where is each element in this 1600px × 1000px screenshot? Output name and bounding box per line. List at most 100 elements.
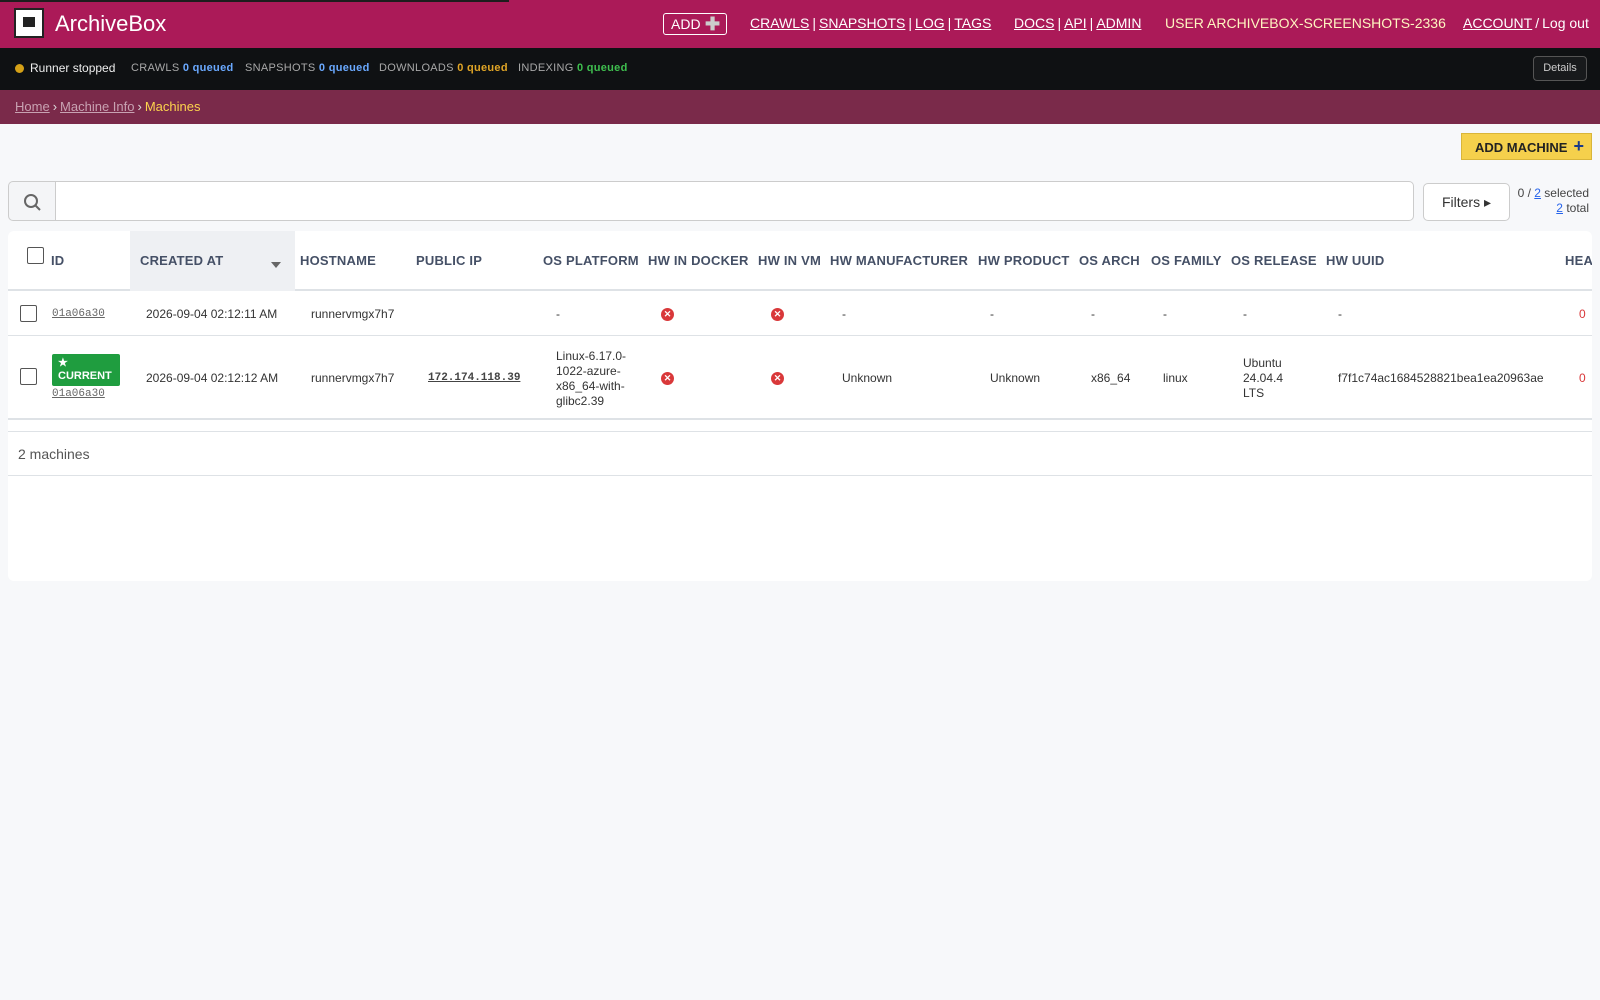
runner-status-dot-icon <box>15 64 24 73</box>
column-header-os-platform[interactable]: OS PLATFORM <box>543 253 639 268</box>
downloads-queue-label: DOWNLOADS <box>379 62 454 74</box>
nav-tags[interactable]: TAGS <box>954 15 991 31</box>
current-badge-label: CURRENT <box>58 370 112 382</box>
plus-icon: + <box>1573 136 1584 156</box>
nav-log[interactable]: LOG <box>915 15 945 31</box>
nav-crawls[interactable]: CRAWLS <box>750 15 809 31</box>
column-header-hw-product[interactable]: HW PRODUCT <box>978 253 1070 268</box>
crawls-queue-value: 0 queued <box>182 62 234 74</box>
account-link[interactable]: ACCOUNT <box>1463 15 1532 31</box>
main-nav: CRAWLS | SNAPSHOTS | LOG | TAGS <box>750 15 992 31</box>
add-button[interactable]: ADD ✚ <box>663 13 727 35</box>
current-machine-badge: ★ CURRENT <box>52 354 120 386</box>
hw-product-cell: - <box>990 307 994 321</box>
select-all-checkbox[interactable] <box>27 247 44 264</box>
os-arch-cell: x86_64 <box>1091 371 1131 385</box>
snapshots-queue-value: 0 queued <box>318 62 370 74</box>
logout-link[interactable]: Log out <box>1542 15 1589 31</box>
column-header-hw-in-docker[interactable]: HW IN DOCKER <box>648 253 749 268</box>
column-header-hw-in-vm[interactable]: HW IN VM <box>758 253 821 268</box>
os-release-cell: - <box>1243 307 1247 321</box>
row-checkbox[interactable] <box>20 368 37 385</box>
table-row: 01a06a30 2026-09-04 02:12:11 AM runnervm… <box>8 293 1592 336</box>
column-header-os-arch[interactable]: OS ARCH <box>1079 253 1140 268</box>
sort-descending-icon[interactable] <box>271 262 281 268</box>
loading-bar <box>0 0 509 2</box>
health-cell: 0 <box>1579 307 1586 321</box>
total-count-link[interactable]: 2 <box>1556 201 1563 215</box>
downloads-queue-value: 0 queued <box>457 62 508 74</box>
public-ip-link[interactable]: 172.174.118.39 <box>428 372 520 384</box>
add-machine-button[interactable]: ADD MACHINE + <box>1461 133 1592 160</box>
selected-suffix: selected <box>1540 186 1589 200</box>
column-header-public-ip[interactable]: PUBLIC IP <box>416 253 482 268</box>
add-label: ADD <box>671 16 701 32</box>
add-machine-label: ADD MACHINE <box>1475 140 1568 155</box>
details-button[interactable]: Details <box>1533 56 1587 81</box>
hw-manufacturer-cell: - <box>842 307 846 321</box>
column-header-os-release[interactable]: OS RELEASE <box>1231 253 1317 268</box>
selection-info: 0 / 2 selected 2 total <box>1515 186 1589 216</box>
selected-count-link[interactable]: 2 <box>1534 186 1541 200</box>
breadcrumb-home[interactable]: Home <box>15 99 50 114</box>
hw-product-cell: Unknown <box>990 371 1041 385</box>
column-header-hw-uuid[interactable]: HW UUID <box>1326 253 1384 268</box>
os-platform-cell: Linux-6.17.0-1022-azure-x86_64-with-glib… <box>556 349 627 408</box>
os-release-cell: Ubuntu 24.04.4 LTS <box>1243 356 1284 400</box>
indexing-queue: INDEXING 0 queued <box>518 62 628 74</box>
os-platform-cell: - <box>556 307 560 321</box>
breadcrumb-current: Machines <box>144 99 201 114</box>
false-x-icon: ✕ <box>771 308 784 321</box>
search-icon <box>24 194 41 211</box>
machine-id-link[interactable]: 01a06a30 <box>52 388 105 400</box>
hw-uuid-cell: f7f1c74ac1684528821bea1ea20963ae <box>1338 371 1544 385</box>
star-icon: ★ <box>58 357 68 369</box>
column-header-hostname[interactable]: HOSTNAME <box>300 253 376 268</box>
breadcrumb: Home › Machine Info › Machines <box>0 90 1600 124</box>
nav-snapshots[interactable]: SNAPSHOTS <box>819 15 905 31</box>
runner-status: Runner stopped <box>30 61 116 75</box>
false-x-icon: ✕ <box>661 308 674 321</box>
os-arch-cell: - <box>1091 307 1095 321</box>
row-checkbox[interactable] <box>20 305 37 322</box>
machines-table-panel: ID CREATED AT HOSTNAME PUBLIC IP OS PLAT… <box>8 231 1592 581</box>
column-header-created-at[interactable]: CREATED AT <box>140 253 223 268</box>
indexing-queue-label: INDEXING <box>518 62 574 74</box>
result-count: 2 machines <box>8 431 1592 476</box>
created-at-cell: 2026-09-04 02:12:11 AM <box>146 307 278 321</box>
health-cell: 0 <box>1579 371 1586 385</box>
selected-prefix: 0 / <box>1517 186 1535 200</box>
column-header-hw-manufacturer[interactable]: HW MANUFACTURER <box>830 253 968 268</box>
hostname-cell: runnervmgx7h7 <box>311 307 395 321</box>
column-header-os-family[interactable]: OS FAMILY <box>1151 253 1222 268</box>
nav-admin[interactable]: ADMIN <box>1096 15 1141 31</box>
crawls-queue-label: CRAWLS <box>131 62 180 74</box>
search-input[interactable] <box>55 181 1414 221</box>
os-family-cell: - <box>1163 307 1167 321</box>
search-button[interactable] <box>8 181 56 221</box>
downloads-queue: DOWNLOADS 0 queued <box>379 62 508 74</box>
hw-manufacturer-cell: Unknown <box>842 371 893 385</box>
table-header-row: ID CREATED AT HOSTNAME PUBLIC IP OS PLAT… <box>8 231 1592 291</box>
filters-button[interactable]: Filters ▸ <box>1423 183 1510 221</box>
column-header-health[interactable]: HEA <box>1565 253 1592 268</box>
account-nav: ACCOUNT / Log out <box>1463 15 1589 31</box>
nav-docs[interactable]: DOCS <box>1014 15 1054 31</box>
false-x-icon: ✕ <box>771 372 784 385</box>
hostname-cell: runnervmgx7h7 <box>311 371 395 385</box>
false-x-icon: ✕ <box>661 372 674 385</box>
user-label: USER ARCHIVEBOX-SCREENSHOTS-2336 <box>1165 15 1446 31</box>
breadcrumb-machine-info[interactable]: Machine Info <box>60 99 134 114</box>
archivebox-logo-icon[interactable] <box>14 8 44 38</box>
crawls-queue: CRAWLS 0 queued <box>131 62 234 74</box>
os-family-cell: linux <box>1163 371 1188 385</box>
top-header: ArchiveBox ADD ✚ CRAWLS | SNAPSHOTS | LOG | TA… <box>0 0 1600 48</box>
nav-api[interactable]: API <box>1064 15 1087 31</box>
brand-title[interactable]: ArchiveBox <box>55 11 166 37</box>
snapshots-queue: SNAPSHOTS 0 queued <box>245 62 370 74</box>
column-header-id[interactable]: ID <box>51 253 64 268</box>
total-suffix: total <box>1562 201 1589 215</box>
indexing-queue-value: 0 queued <box>576 62 628 74</box>
hw-uuid-cell: - <box>1338 307 1342 321</box>
machine-id-link[interactable]: 01a06a30 <box>52 308 105 320</box>
